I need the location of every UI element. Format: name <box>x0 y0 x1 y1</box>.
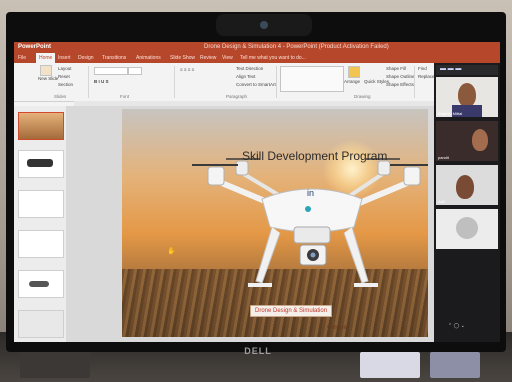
slide-title[interactable]: Skill Development Program <box>242 149 387 163</box>
replace-button[interactable]: Replace <box>418 74 435 79</box>
tab-transitions[interactable]: Transitions <box>102 53 126 63</box>
ribbon-tabs: File Home Insert Design Transitions Anim… <box>14 53 500 63</box>
app-name: PowerPoint <box>18 44 52 50</box>
slide-thumbnail[interactable] <box>18 112 64 140</box>
participant-name: Adit <box>438 199 445 204</box>
participant-name: Brajesh Mittal <box>438 111 463 116</box>
slide-thumbnail[interactable] <box>18 270 64 298</box>
group-slides: Slides <box>54 94 67 99</box>
logo-text: Gmone <box>327 325 347 331</box>
monitor-brand: DELL <box>244 346 272 356</box>
paragraph-buttons[interactable]: ≡ ≡ ≡ ≡ <box>180 67 194 72</box>
screen: PowerPoint Drone Design & Simulation 4 -… <box>14 42 500 342</box>
shape-outline-button[interactable]: Shape Outline <box>386 74 415 79</box>
tab-view[interactable]: View <box>222 53 233 63</box>
tab-home[interactable]: Home <box>36 53 56 63</box>
participant-avatar-placeholder <box>456 217 478 239</box>
slide-thumbnail[interactable] <box>18 230 64 258</box>
font-format-buttons[interactable]: B I U S <box>94 79 109 84</box>
slide-in-text[interactable]: in <box>307 188 314 198</box>
drone-image <box>192 158 428 287</box>
participant-video <box>456 175 474 199</box>
current-slide[interactable]: Skill Development Program in Drone Desig… <box>122 109 428 337</box>
tab-insert[interactable]: Insert <box>58 53 71 63</box>
separator <box>414 66 415 98</box>
text-direction-button[interactable]: Text Direction <box>236 66 263 71</box>
mouse-cursor: ✋ <box>167 248 176 255</box>
drone-thumbnail-icon <box>29 281 49 287</box>
title-bar: PowerPoint Drone Design & Simulation 4 -… <box>14 42 500 53</box>
find-button[interactable]: Find <box>418 66 427 71</box>
tab-design[interactable]: Design <box>78 53 94 63</box>
participant-tile[interactable] <box>436 209 498 249</box>
new-slide-icon <box>40 65 52 76</box>
participant-tile[interactable]: pandit <box>436 121 498 161</box>
slide-thumbnail[interactable] <box>18 190 64 218</box>
monitor: DELL PowerPoint Drone Design & Simulatio… <box>6 12 506 356</box>
slide-thumbnail-pane <box>14 106 67 342</box>
participant-tile[interactable]: Brajesh Mittal <box>436 77 498 117</box>
tab-review[interactable]: Review <box>200 53 216 63</box>
font-size-box[interactable] <box>128 67 142 75</box>
separator <box>174 66 175 98</box>
layout-button[interactable]: Layout <box>58 66 72 71</box>
tab-slide-show[interactable]: Slide Show <box>170 53 195 63</box>
shape-fill-button[interactable]: Shape Fill <box>386 66 406 71</box>
participant-name: pandit <box>438 155 449 160</box>
separator <box>88 66 89 98</box>
drone-thumbnail-icon <box>27 159 53 167</box>
tab-animations[interactable]: Animations <box>136 53 161 63</box>
slide-thumbnail[interactable] <box>18 310 64 338</box>
window-title: Drone Design & Simulation 4 - PowerPoint… <box>204 44 389 50</box>
group-paragraph: Paragraph <box>226 94 248 99</box>
shapes-gallery[interactable] <box>280 66 344 92</box>
font-name-box[interactable] <box>94 67 128 75</box>
convert-smartart-button[interactable]: Convert to SmartArt <box>236 82 276 87</box>
webcam-lens <box>260 21 268 29</box>
tab-file[interactable]: File <box>18 53 26 63</box>
participant-tile[interactable]: Adit <box>436 165 498 205</box>
shape-effects-button[interactable]: Shape Effects <box>386 82 414 87</box>
webcam <box>216 14 312 36</box>
separator <box>276 66 277 98</box>
tell-me-box[interactable]: Tell me what you want to do... <box>240 53 306 63</box>
call-controls[interactable]: ⌃ ◯ ⌄ <box>448 323 465 329</box>
video-call-panel: ▬ ▬ ▬ Brajesh Mittal pandit Adit ⌃ ◯ ⌄ <box>434 63 500 342</box>
align-text-button[interactable]: Align Text <box>236 74 255 79</box>
group-drawing: Drawing <box>354 94 371 99</box>
desk-object <box>20 352 90 378</box>
group-font: Font <box>120 94 130 99</box>
participant-video <box>458 83 476 107</box>
slide-caption[interactable]: Drone Design & Simulation <box>250 305 333 317</box>
video-toolbar: ▬ ▬ ▬ <box>436 65 498 75</box>
toolbar-icons[interactable]: ▬ ▬ ▬ <box>440 66 461 72</box>
desk-object <box>430 352 480 378</box>
new-slide-button[interactable]: New Slide <box>38 76 58 81</box>
participant-video <box>472 129 488 151</box>
arrange-button[interactable]: Arrange <box>344 79 360 84</box>
section-button[interactable]: Section <box>58 82 73 87</box>
ribbon: New Slide Layout Reset Section Slides B … <box>14 63 435 102</box>
arrange-icon <box>348 66 360 78</box>
slide-thumbnail[interactable] <box>18 150 64 178</box>
desk-object <box>360 352 420 378</box>
reset-button[interactable]: Reset <box>58 74 70 79</box>
